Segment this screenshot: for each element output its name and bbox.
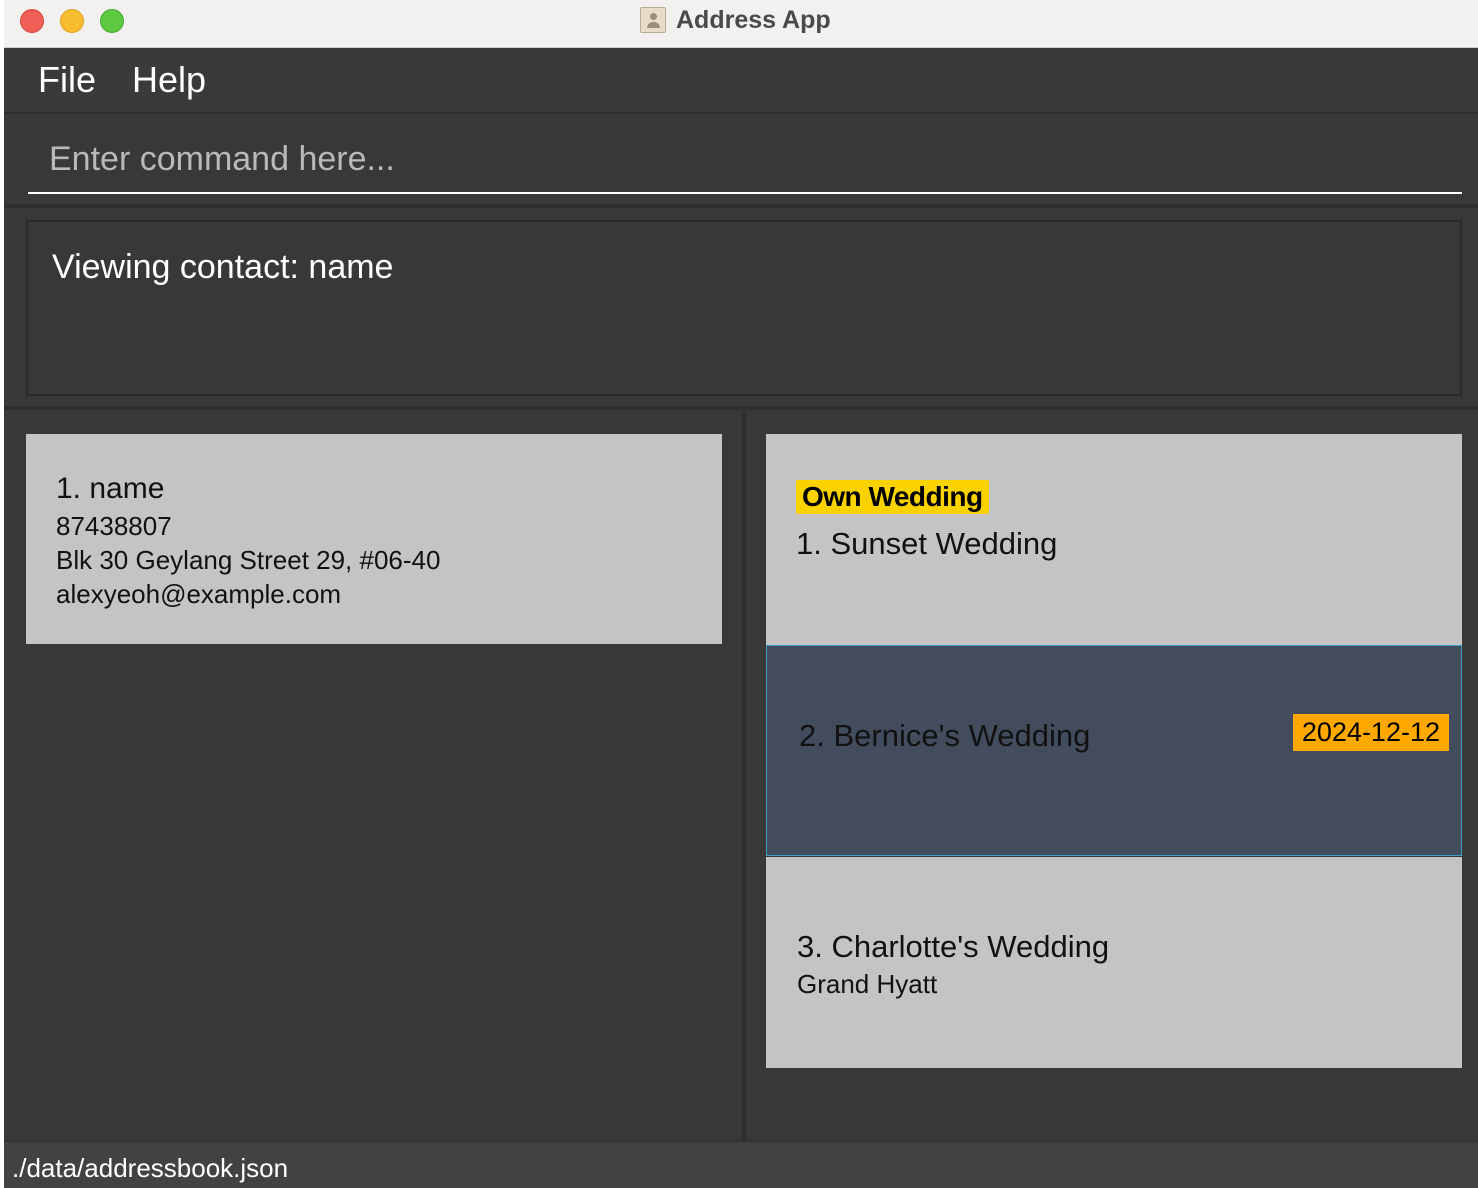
contact-name: 1. name <box>56 472 165 505</box>
list-panels: 1. name 87438807 Blk 30 Geylang Street 2… <box>4 406 1478 1145</box>
minimize-window-button[interactable] <box>60 9 84 33</box>
contact-address: Blk 30 Geylang Street 29, #06-40 <box>56 545 441 575</box>
contact-phone: 87438807 <box>56 511 172 541</box>
wedding-title: 3. Charlotte's Wedding <box>797 929 1110 964</box>
wedding-venue: Grand Hyatt <box>797 969 938 999</box>
result-display: Viewing contact: name <box>26 220 1462 396</box>
menu-file[interactable]: File <box>38 59 96 101</box>
contact-card[interactable]: 1. name 87438807 Blk 30 Geylang Street 2… <box>26 434 722 644</box>
wedding-card[interactable]: Own Wedding 1. Sunset Wedding <box>766 434 1462 645</box>
wedding-card-selected[interactable]: 2. Bernice's Wedding 2024-12-12 <box>766 645 1462 856</box>
menu-help[interactable]: Help <box>132 59 206 101</box>
command-input[interactable] <box>28 126 1462 194</box>
wedding-title: 2. Bernice's Wedding <box>799 718 1091 753</box>
menu-bar: File Help <box>4 49 1478 114</box>
panel-divider[interactable] <box>742 410 746 1145</box>
own-wedding-tag: Own Wedding <box>796 480 989 514</box>
address-book-icon <box>640 7 666 33</box>
window-title-group: Address App <box>640 4 831 36</box>
status-bar: ./data/addressbook.json <box>4 1141 1478 1188</box>
zoom-window-button[interactable] <box>100 9 124 33</box>
title-bar: Address App <box>4 0 1478 48</box>
command-box <box>4 116 1478 208</box>
contact-email: alexyeoh@example.com <box>56 579 342 609</box>
result-text: Viewing contact: name <box>52 248 394 286</box>
window-title: Address App <box>676 5 831 34</box>
save-location: ./data/addressbook.json <box>12 1153 289 1183</box>
wedding-title: 1. Sunset Wedding <box>796 526 1058 561</box>
app-window: Address App File Help Viewing contact: n… <box>4 0 1478 1188</box>
close-window-button[interactable] <box>20 9 44 33</box>
wedding-card[interactable]: 3. Charlotte's Wedding Grand Hyatt <box>766 857 1462 1068</box>
wedding-date-tag: 2024-12-12 <box>1292 714 1449 751</box>
